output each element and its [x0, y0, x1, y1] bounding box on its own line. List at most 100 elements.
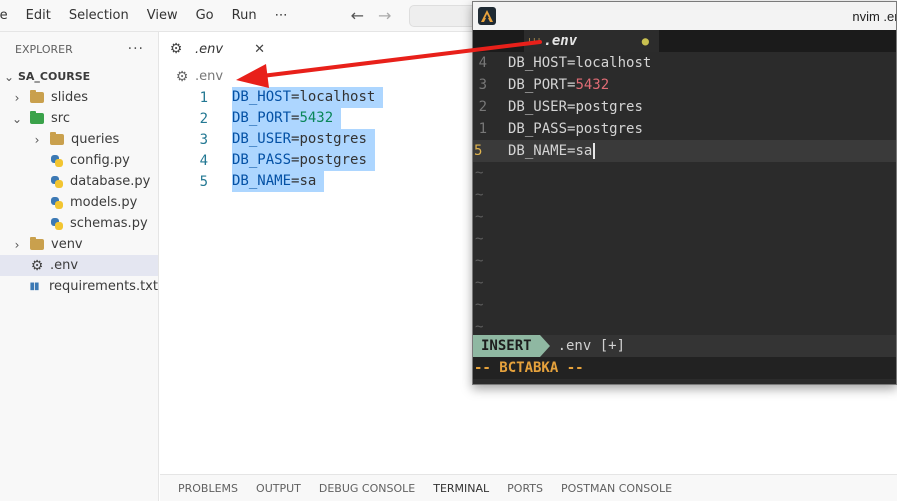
- code-line: 1 DB_HOST=localhost: [160, 87, 384, 108]
- explorer-title: EXPLORER: [15, 42, 73, 56]
- nvim-line: 2 DB_USER=postgres: [473, 96, 896, 118]
- tree-item-label: venv: [51, 237, 83, 252]
- code-line: 2 DB_PORT=5432: [160, 108, 383, 129]
- line-number: 2: [199, 110, 208, 127]
- env-value: sa: [299, 173, 317, 189]
- tree-item-label: config.py: [70, 153, 130, 168]
- code-editor[interactable]: 1 DB_HOST=localhost 2 DB_PORT=5432 3 DB_USER=…: [160, 87, 384, 192]
- chevron-right-icon: ›: [14, 90, 20, 105]
- folder-icon: [30, 237, 44, 250]
- nvim-cursor-line: 5 DB_NAME=sa: [473, 140, 896, 162]
- panel-tab-problems[interactable]: PROBLEMS: [160, 482, 247, 495]
- empty-line-tilde: ~: [475, 187, 484, 203]
- empty-line-tilde: ~: [475, 297, 484, 313]
- empty-line-tilde: ~: [475, 209, 484, 225]
- relative-line-number: 4: [478, 55, 487, 71]
- nvim-text: DB_NAME=sa: [508, 143, 596, 159]
- mode-badge: INSERT: [473, 335, 540, 357]
- code-line: 4 DB_PASS=postgres: [160, 150, 383, 171]
- relative-line-number: 1: [478, 121, 487, 137]
- python-icon: [50, 217, 64, 231]
- tree-item-label: .env: [50, 258, 79, 273]
- breadcrumb-file: .env: [195, 69, 224, 84]
- nvim-statusline: INSERT .env [+]: [473, 335, 896, 357]
- nvim-buffer[interactable]: 4 DB_HOST=localhost 3 DB_PORT=5432 2 DB_USER=…: [473, 52, 896, 335]
- gear-icon: ⚙: [169, 41, 183, 57]
- code-text: DB_USER=postgres: [232, 129, 375, 150]
- menu-run[interactable]: Run: [223, 0, 266, 32]
- menu-more[interactable]: ⋯: [266, 0, 297, 32]
- tree-item-label: models.py: [70, 195, 138, 210]
- tree-item-label: database.py: [70, 174, 151, 189]
- menu-selection[interactable]: Selection: [60, 0, 138, 32]
- line-number: 1: [199, 89, 208, 106]
- nvim-tab-name: .env: [543, 33, 578, 49]
- editor-tab-env[interactable]: ⚙ .env ✕: [160, 32, 275, 66]
- relative-line-number: 3: [478, 77, 487, 93]
- arrow-right-icon[interactable]: →: [378, 6, 391, 25]
- env-key: DB_PASS: [232, 152, 292, 168]
- nvim-titlebar[interactable]: nvim .env: [473, 2, 896, 30]
- explorer-sidebar: EXPLORER ··· ⌄ SA_COURSE › slides ⌄ src › que…: [0, 32, 159, 501]
- env-key: DB_PORT: [508, 77, 568, 93]
- tree-item[interactable]: database.py: [0, 171, 158, 192]
- menu-edit[interactable]: Edit: [17, 0, 60, 32]
- project-root[interactable]: ⌄ SA_COURSE: [0, 66, 158, 87]
- modified-dot-icon: ●: [641, 34, 649, 48]
- folder-icon: [50, 132, 64, 145]
- tree-item-label: queries: [71, 132, 120, 147]
- breadcrumb[interactable]: ⚙ .env: [175, 69, 223, 84]
- line-number: 5: [199, 173, 208, 190]
- env-key: DB_PASS: [508, 121, 568, 137]
- tree-item[interactable]: › venv: [0, 234, 158, 255]
- python-icon: [50, 154, 64, 168]
- line-number: 3: [199, 131, 208, 148]
- panel-tab-output[interactable]: OUTPUT: [247, 482, 310, 495]
- code-text: DB_PASS=postgres: [232, 150, 375, 171]
- code-text: DB_HOST=localhost: [232, 87, 384, 108]
- tree-item[interactable]: schemas.py: [0, 213, 158, 234]
- menu-view[interactable]: View: [138, 0, 187, 32]
- env-value: sa: [575, 143, 593, 159]
- relative-line-number: 5: [474, 143, 483, 159]
- nav-arrows: ← →: [351, 6, 392, 25]
- tree-item[interactable]: models.py: [0, 192, 158, 213]
- empty-line-tilde: ~: [475, 165, 484, 181]
- menu-file[interactable]: le: [0, 0, 17, 32]
- nvim-tab-env[interactable]: !!! .env ●: [524, 30, 659, 52]
- menu-go[interactable]: Go: [187, 0, 223, 32]
- env-key: DB_HOST: [232, 89, 292, 105]
- nvim-window-title: nvim .env: [852, 8, 896, 24]
- tree-item-label: schemas.py: [70, 216, 148, 231]
- empty-line-tilde: ~: [475, 231, 484, 247]
- nvim-text: DB_PORT=5432: [508, 77, 609, 93]
- env-value: postgres: [575, 121, 643, 137]
- panel-tab-ports[interactable]: PORTS: [498, 482, 552, 495]
- explorer-more-icon[interactable]: ···: [128, 41, 144, 57]
- tree-item[interactable]: ⌄ src: [0, 108, 158, 129]
- tree-item[interactable]: › queries: [0, 129, 158, 150]
- panel-tabs: PROBLEMS OUTPUT DEBUG CONSOLE TERMINAL PORTS…: [160, 474, 897, 501]
- tab-label: .env: [195, 41, 224, 57]
- panel-tab-debug-console[interactable]: DEBUG CONSOLE: [310, 482, 424, 495]
- chevron-right-icon: ›: [14, 237, 20, 252]
- close-icon[interactable]: ✕: [254, 42, 265, 57]
- env-key: DB_USER: [232, 131, 292, 147]
- env-key: DB_USER: [508, 99, 568, 115]
- tree-item[interactable]: config.py: [0, 150, 158, 171]
- file-tree: › slides ⌄ src › queries config.py database.py m…: [0, 87, 158, 297]
- panel-tab-postman-console[interactable]: POSTMAN CONSOLE: [552, 482, 681, 495]
- text-cursor: [593, 143, 596, 159]
- env-key: DB_NAME: [232, 173, 292, 189]
- tree-item[interactable]: › slides: [0, 87, 158, 108]
- gear-icon: ⚙: [30, 257, 44, 274]
- mode-separator: [539, 335, 550, 357]
- arrow-left-icon[interactable]: ←: [351, 6, 364, 25]
- nvim-cmdline: -- ВСТАВКА --: [473, 357, 896, 379]
- tree-item[interactable]: ⚙ .env: [0, 255, 158, 276]
- env-value: postgres: [299, 152, 367, 168]
- tree-item[interactable]: ▮▮ requirements.txt: [0, 276, 158, 297]
- chevron-down-icon: ⌄: [3, 69, 15, 84]
- python-icon: [50, 175, 64, 189]
- panel-tab-terminal[interactable]: TERMINAL: [424, 482, 498, 495]
